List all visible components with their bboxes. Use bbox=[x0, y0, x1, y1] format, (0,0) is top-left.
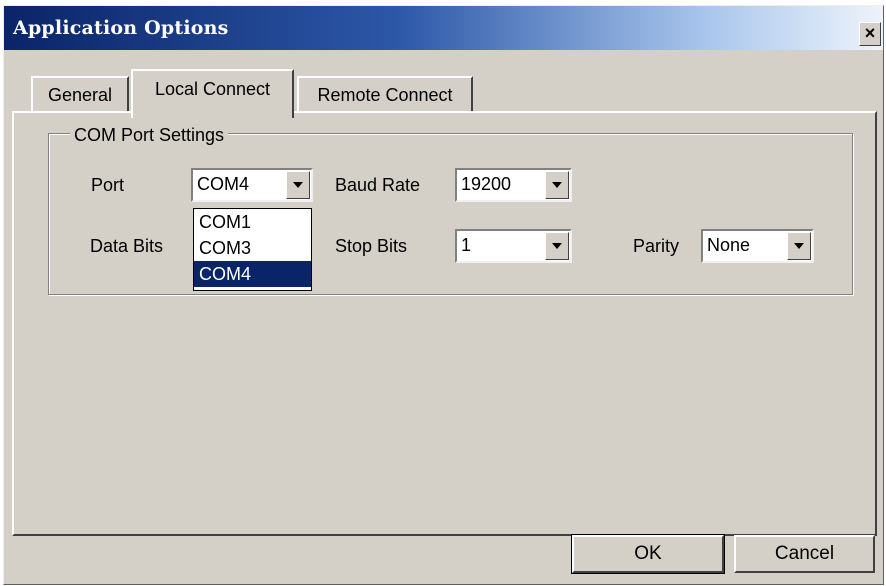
close-button[interactable]: × bbox=[859, 22, 881, 46]
port-option-com4[interactable]: COM4 bbox=[194, 261, 311, 287]
com-port-settings-title: COM Port Settings bbox=[70, 125, 229, 145]
port-option-com3[interactable]: COM3 bbox=[194, 235, 311, 261]
port-label: Port bbox=[91, 175, 125, 195]
tab-remote-connect[interactable]: Remote Connect bbox=[297, 76, 473, 114]
stop-bits-dropdown-arrow-icon[interactable] bbox=[545, 232, 569, 260]
parity-label: Parity bbox=[633, 236, 680, 256]
parity-value: None bbox=[707, 235, 751, 255]
com-port-settings-group bbox=[48, 133, 853, 295]
stop-bits-combobox[interactable]: 1 bbox=[455, 229, 572, 263]
tab-local-connect[interactable]: Local Connect bbox=[131, 69, 294, 118]
baud-rate-label: Baud Rate bbox=[335, 175, 421, 195]
port-dropdown-list: COM1 COM3 COM4 bbox=[193, 208, 312, 291]
parity-combobox[interactable]: None bbox=[701, 229, 814, 263]
port-option-com1[interactable]: COM1 bbox=[194, 209, 311, 235]
port-value: COM4 bbox=[197, 174, 250, 194]
tab-general[interactable]: General bbox=[31, 76, 129, 114]
port-dropdown-arrow-icon[interactable] bbox=[286, 171, 310, 199]
parity-dropdown-arrow-icon[interactable] bbox=[787, 232, 811, 260]
application-options-dialog: Application Options × General Local Conn… bbox=[3, 5, 884, 585]
tab-local-connect-label: Local Connect bbox=[154, 79, 271, 99]
data-bits-label: Data Bits bbox=[90, 236, 164, 256]
tab-remote-connect-label: Remote Connect bbox=[317, 85, 453, 105]
tab-general-label: General bbox=[47, 85, 113, 105]
stop-bits-value: 1 bbox=[461, 235, 472, 255]
port-combobox[interactable]: COM4 bbox=[191, 168, 313, 202]
cancel-button[interactable]: Cancel bbox=[734, 535, 875, 573]
baud-rate-value: 19200 bbox=[461, 174, 512, 194]
window-title: Application Options bbox=[13, 17, 229, 39]
baud-rate-dropdown-arrow-icon[interactable] bbox=[545, 171, 569, 199]
ok-button[interactable]: OK bbox=[571, 534, 725, 574]
baud-rate-combobox[interactable]: 19200 bbox=[455, 168, 572, 202]
stop-bits-label: Stop Bits bbox=[335, 236, 408, 256]
title-bar[interactable]: Application Options × bbox=[4, 6, 883, 50]
